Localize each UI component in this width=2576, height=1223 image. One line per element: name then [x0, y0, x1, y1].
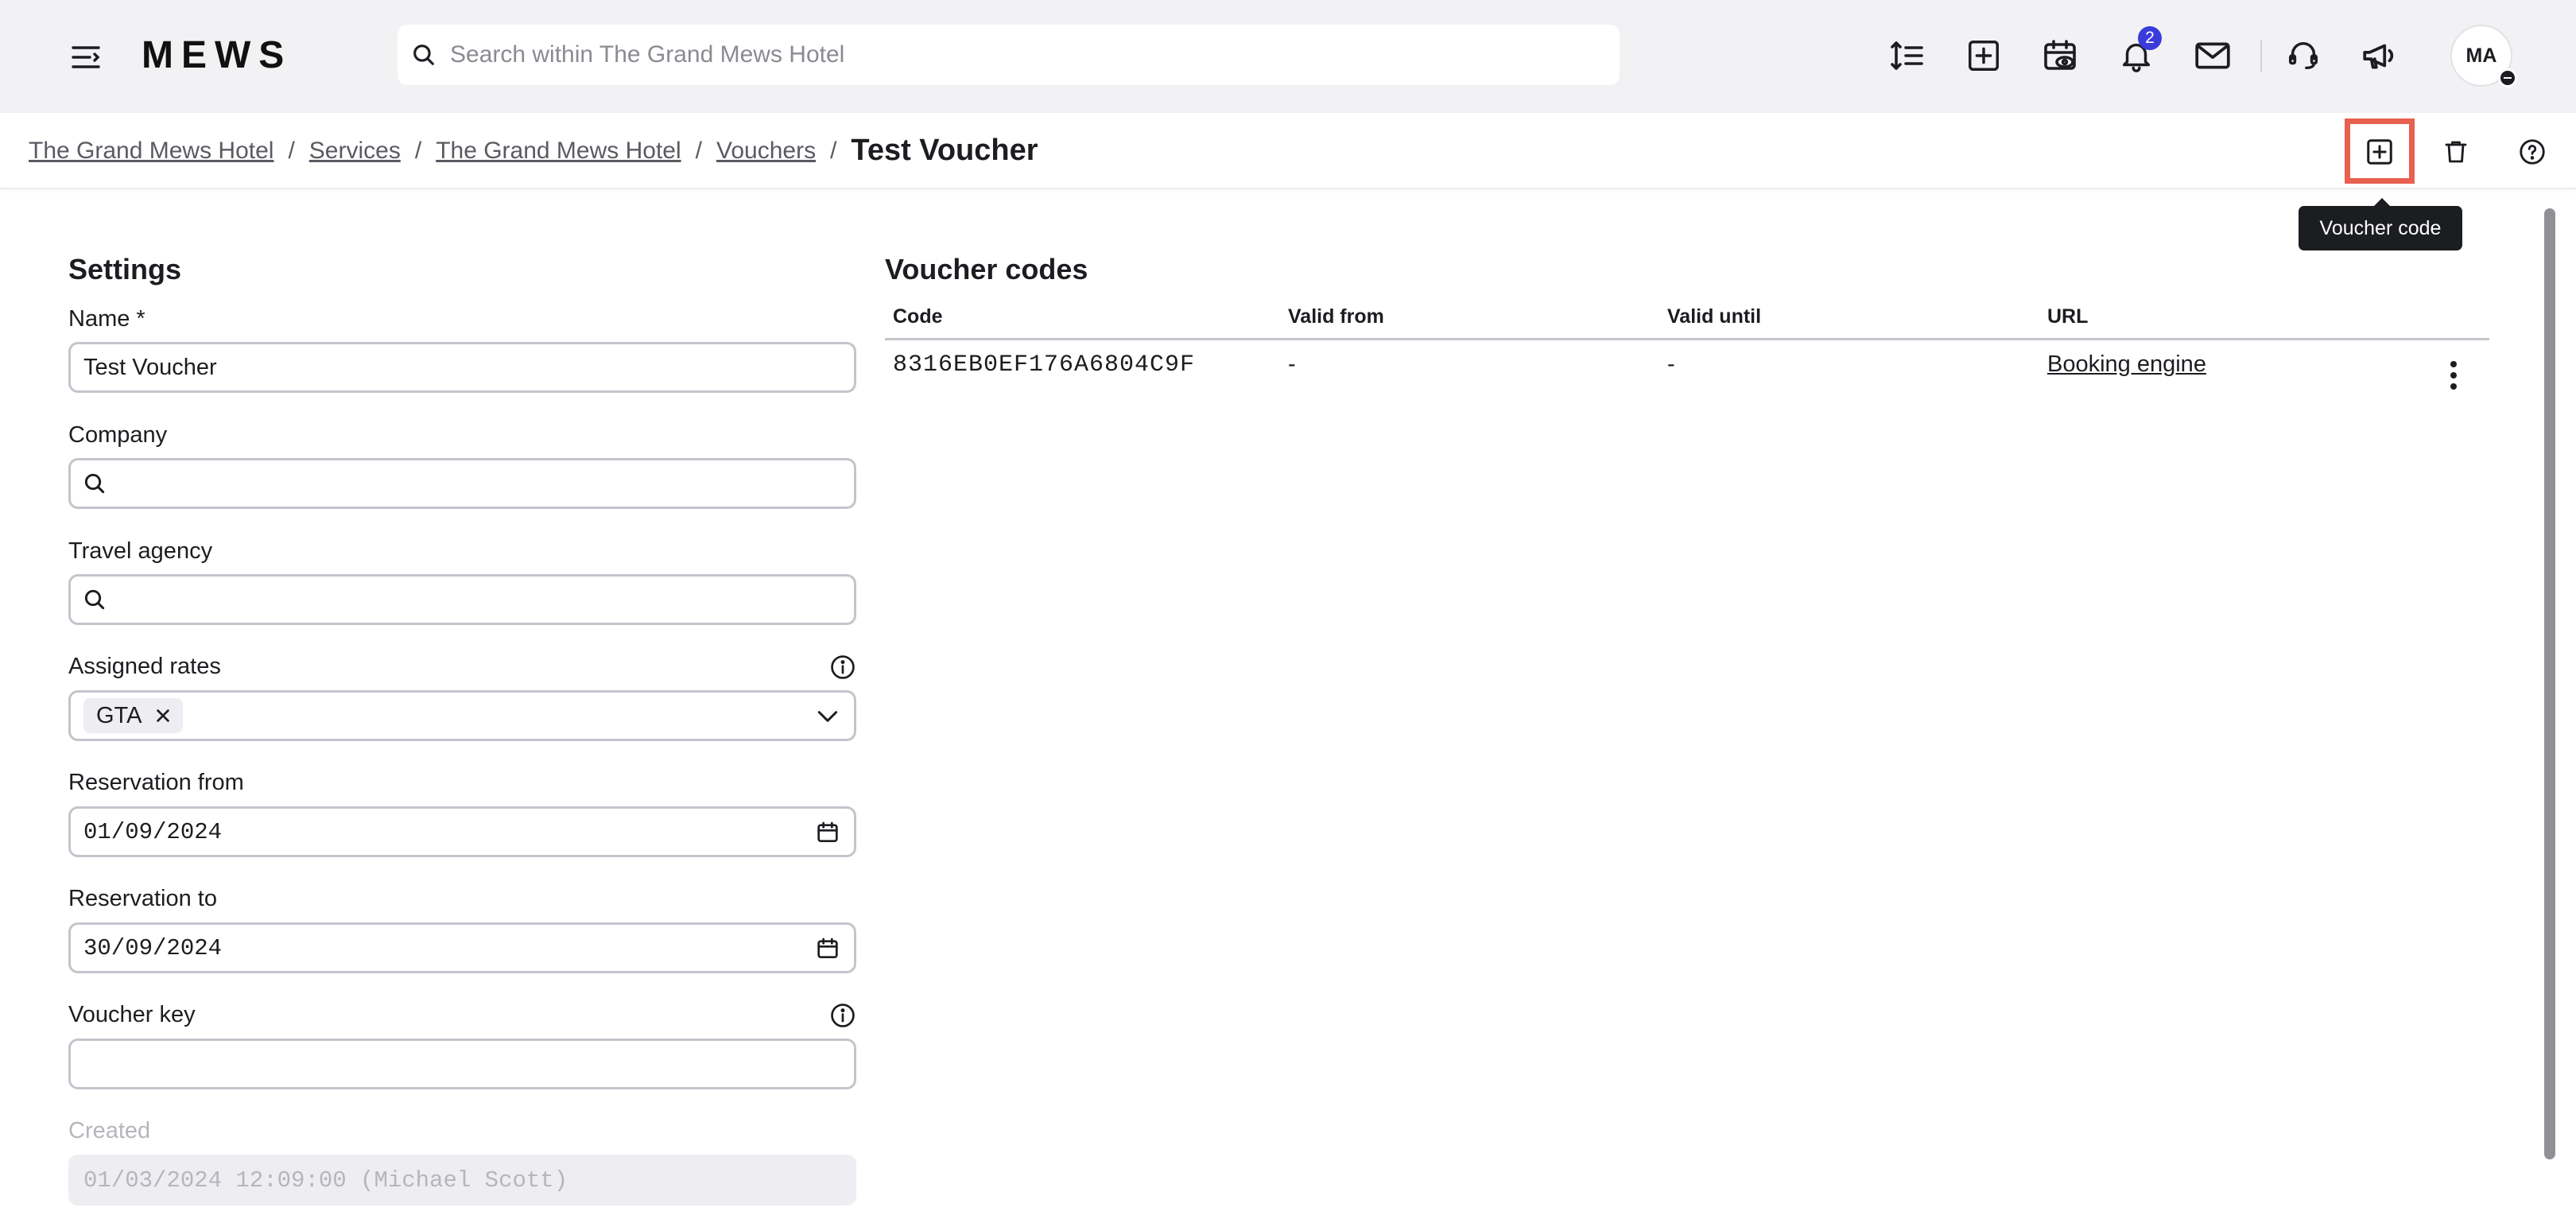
mews-logo[interactable]: MEWS — [142, 30, 292, 81]
breadcrumb-link-vouchers[interactable]: Vouchers — [716, 138, 816, 165]
notifications-button[interactable]: 2 — [2112, 26, 2162, 80]
megaphone-icon — [2363, 44, 2394, 69]
table-header: Code Valid from Valid until URL — [885, 302, 2489, 340]
reservation-to-input[interactable] — [83, 934, 854, 961]
search-input[interactable] — [450, 41, 1563, 68]
breadcrumb-separator: / — [288, 137, 295, 164]
breadcrumb: The Grand Mews Hotel / Services / The Gr… — [29, 134, 1038, 168]
search-icon — [413, 45, 434, 65]
voucher-codes-title: Voucher codes — [885, 253, 1088, 285]
remove-chip-button[interactable] — [153, 705, 173, 726]
travel-agency-field[interactable] — [68, 574, 856, 625]
search-icon — [82, 470, 107, 497]
user-avatar[interactable]: MA — [2450, 25, 2517, 87]
reservation-from-input[interactable] — [83, 818, 854, 845]
page-title: Test Voucher — [851, 134, 1038, 167]
column-header-valid-from: Valid from — [1288, 305, 1384, 328]
voucher-key-label: Voucher key — [68, 1002, 196, 1027]
line-spacing-icon — [1891, 41, 1923, 70]
page-header: The Grand Mews Hotel / Services / The Gr… — [0, 113, 2576, 189]
status-indicator — [2498, 68, 2517, 87]
row-actions-button[interactable] — [2438, 356, 2469, 394]
close-icon — [157, 709, 170, 722]
top-bar: MEWS 2 MA — [0, 0, 2576, 113]
chevron-down-icon[interactable] — [814, 703, 841, 730]
tooltip: Voucher code — [2299, 198, 2462, 250]
search-icon — [82, 586, 107, 613]
table-row: 8316EB0EF176A6804C9F - - Booking engine — [885, 340, 2489, 404]
global-search[interactable] — [398, 25, 1620, 85]
delete-voucher-button[interactable] — [2434, 130, 2477, 173]
notification-count-badge: 2 — [2138, 26, 2162, 50]
reservation-to-field[interactable] — [68, 922, 856, 973]
voucher-code-cell: 8316EB0EF176A6804C9F — [893, 351, 1196, 379]
company-label: Company — [68, 422, 168, 448]
trash-icon — [2445, 141, 2467, 163]
reservation-from-field[interactable] — [68, 806, 856, 857]
company-input[interactable] — [118, 470, 854, 497]
create-new-button[interactable] — [1960, 32, 2008, 80]
name-label: Name * — [68, 306, 145, 332]
rate-chip: GTA — [83, 698, 184, 733]
calendar-view-icon — [2044, 40, 2076, 70]
highlight-outline — [2345, 118, 2415, 184]
calendar-icon[interactable] — [814, 935, 841, 962]
info-icon[interactable] — [828, 653, 857, 681]
column-header-valid-until: Valid until — [1667, 305, 1762, 328]
voucher-key-input[interactable] — [83, 1050, 854, 1077]
help-circle-icon — [2520, 139, 2545, 165]
breadcrumb-link-hotel[interactable]: The Grand Mews Hotel — [29, 138, 274, 165]
calendar-view-button[interactable] — [2036, 32, 2084, 80]
scrollbar-thumb[interactable] — [2544, 208, 2555, 1159]
line-spacing-button[interactable] — [1884, 32, 1931, 80]
name-field[interactable] — [68, 342, 856, 393]
created-input — [83, 1167, 854, 1194]
messages-button[interactable] — [2189, 32, 2237, 80]
column-header-code: Code — [893, 305, 943, 328]
breadcrumb-link-services[interactable]: Services — [309, 138, 401, 165]
user-initials: MA — [2465, 44, 2497, 67]
announcements-button[interactable] — [2356, 32, 2403, 80]
travel-agency-label: Travel agency — [68, 538, 213, 564]
travel-agency-input[interactable] — [118, 586, 854, 613]
reservation-from-label: Reservation from — [68, 770, 244, 795]
topbar-divider — [2260, 40, 2262, 72]
menu-collapse-icon — [72, 46, 100, 68]
calendar-icon[interactable] — [814, 819, 841, 846]
more-vertical-icon — [2450, 361, 2457, 390]
name-input[interactable] — [83, 354, 854, 381]
breadcrumb-separator: / — [414, 137, 422, 164]
rate-chip-label: GTA — [96, 702, 142, 728]
mail-icon — [2195, 42, 2230, 69]
breadcrumb-separator: / — [695, 137, 702, 164]
breadcrumb-separator: / — [830, 137, 837, 164]
breadcrumb-link-service[interactable]: The Grand Mews Hotel — [436, 138, 681, 165]
support-button[interactable] — [2279, 32, 2327, 80]
reservation-to-label: Reservation to — [68, 886, 217, 911]
assigned-rates-label: Assigned rates — [68, 654, 221, 679]
valid-from-cell: - — [1288, 351, 1296, 377]
company-field[interactable] — [68, 458, 856, 509]
column-header-url: URL — [2047, 305, 2089, 328]
headset-icon — [2288, 41, 2318, 70]
created-field — [68, 1155, 856, 1206]
settings-title: Settings — [68, 253, 182, 285]
booking-engine-link[interactable]: Booking engine — [2047, 351, 2206, 378]
help-button[interactable] — [2511, 130, 2554, 173]
voucher-key-field[interactable] — [68, 1039, 856, 1089]
assigned-rates-select[interactable]: GTA — [68, 690, 856, 741]
add-square-icon — [1969, 41, 1999, 71]
menu-toggle-button[interactable] — [68, 40, 103, 75]
created-label: Created — [68, 1118, 151, 1143]
info-icon[interactable] — [828, 1001, 857, 1030]
valid-until-cell: - — [1667, 351, 1675, 377]
